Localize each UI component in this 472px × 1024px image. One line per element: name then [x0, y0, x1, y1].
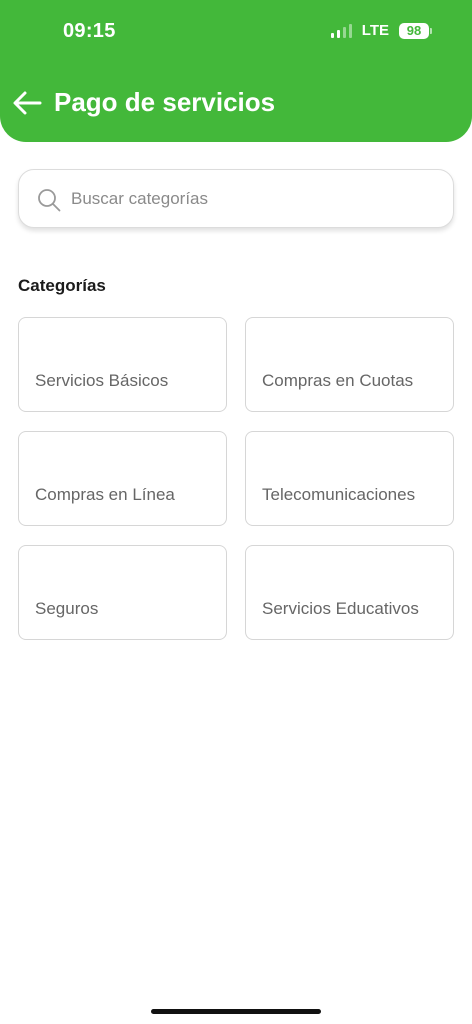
category-card-telecomunicaciones[interactable]: Telecomunicaciones — [245, 431, 454, 526]
battery-icon: 98 — [399, 22, 432, 39]
category-card-servicios-educativos[interactable]: Servicios Educativos — [245, 545, 454, 640]
app-header: 09:15 LTE 98 Pago de servicios — [0, 0, 472, 142]
status-time: 09:15 — [63, 20, 116, 42]
search-input[interactable] — [71, 170, 441, 227]
battery-level: 98 — [399, 22, 429, 39]
category-label: Compras en Cuotas — [262, 371, 414, 390]
search-icon — [38, 189, 61, 212]
home-indicator[interactable] — [151, 1009, 321, 1014]
category-label: Servicios Educativos — [262, 599, 419, 618]
category-label: Servicios Básicos — [35, 371, 169, 390]
search-box[interactable] — [18, 169, 454, 228]
category-label: Seguros — [35, 599, 99, 618]
category-card-servicios-basicos[interactable]: Servicios Básicos — [18, 317, 227, 412]
category-card-compras-en-cuotas[interactable]: Compras en Cuotas — [245, 317, 454, 412]
arrow-left-icon — [13, 91, 42, 115]
signal-icon — [330, 23, 352, 38]
section-title: Categorías — [18, 276, 106, 295]
network-label: LTE — [361, 22, 389, 39]
category-card-compras-en-linea[interactable]: Compras en Línea — [18, 431, 227, 526]
category-label: Compras en Línea — [35, 485, 175, 504]
category-card-seguros[interactable]: Seguros — [18, 545, 227, 640]
page-title: Pago de servicios — [54, 87, 276, 117]
category-label: Telecomunicaciones — [262, 485, 416, 504]
back-button[interactable] — [12, 90, 42, 116]
status-indicators: LTE 98 — [330, 22, 432, 39]
